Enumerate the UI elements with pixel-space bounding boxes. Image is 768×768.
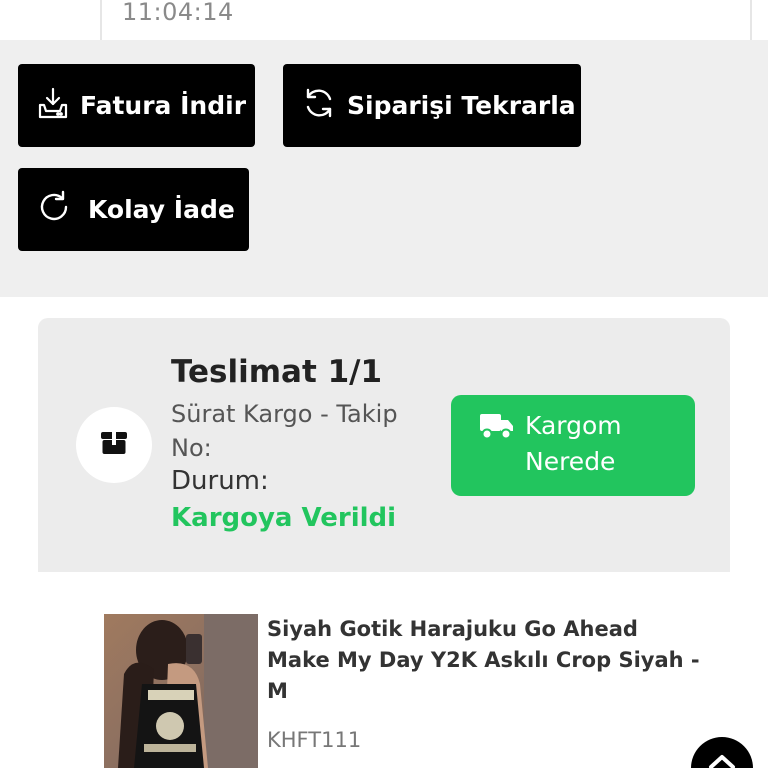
repeat-order-label: Siparişi Tekrarla (347, 91, 576, 120)
package-icon (100, 430, 128, 460)
product-sku: KHFT111 (267, 728, 362, 752)
track-shipment-button[interactable]: Kargom Nerede (451, 395, 695, 496)
order-time: 11:04:14 (122, 0, 234, 26)
status-label: Durum: (171, 466, 269, 496)
track-button-label-line2: Nerede (525, 447, 616, 476)
download-invoice-button[interactable]: Fatura İndir (18, 64, 255, 147)
download-invoice-icon (36, 86, 70, 126)
repeat-order-button[interactable]: Siparişi Tekrarla (283, 64, 581, 147)
timeline-line (100, 0, 102, 40)
download-invoice-label: Fatura İndir (80, 91, 247, 120)
return-icon (36, 189, 72, 231)
scroll-top-button[interactable] (691, 737, 753, 768)
easy-return-label: Kolay İade (88, 195, 235, 224)
truck-icon (479, 411, 515, 445)
package-icon-circle (76, 407, 152, 483)
card-border (750, 0, 752, 40)
order-actions: Fatura İndir Siparişi Tekrarla Kolay İad… (0, 40, 768, 297)
easy-return-button[interactable]: Kolay İade (18, 168, 249, 251)
repeat-order-icon (301, 85, 337, 127)
product-name[interactable]: Siyah Gotik Harajuku Go Ahead Make My Da… (267, 614, 707, 707)
order-info-card: 11:04:14 (0, 0, 768, 40)
delivery-title: Teslimat 1/1 (171, 354, 383, 390)
carrier-tracking-text: Sürat Kargo - Takip No: (171, 400, 398, 462)
product-image[interactable] (104, 614, 258, 768)
status-value: Kargoya Verildi (171, 503, 397, 533)
track-button-label-line1: Kargom (525, 411, 622, 440)
